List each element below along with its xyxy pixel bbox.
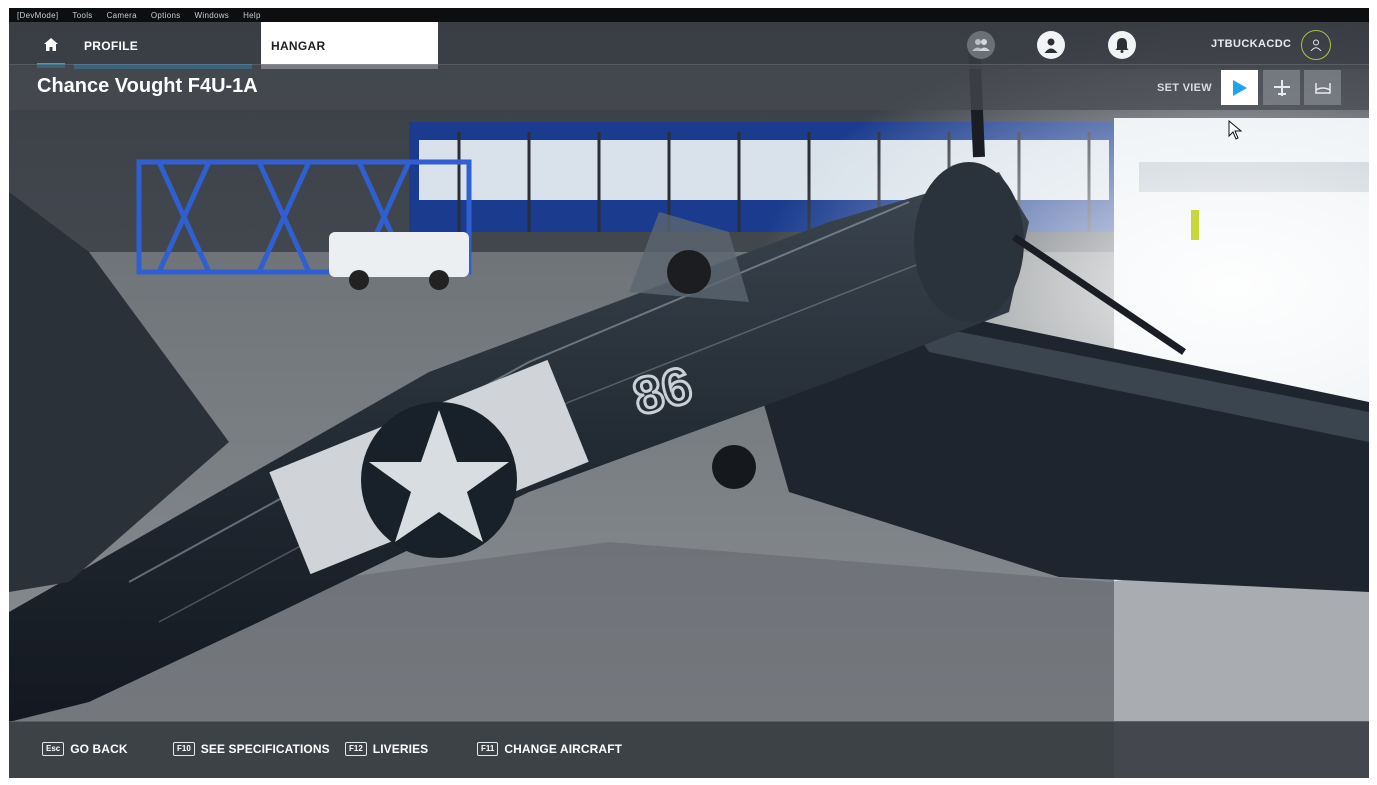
f12-key-hint: F12: [345, 742, 367, 756]
dev-menu-options[interactable]: Options: [151, 11, 181, 20]
go-back-label: GO BACK: [70, 742, 128, 756]
page-title: Chance Vought F4U-1A: [37, 75, 258, 97]
liveries-label: LIVERIES: [372, 742, 429, 756]
set-view-label: SET VIEW: [1157, 82, 1212, 94]
dev-menu-tools[interactable]: Tools: [72, 11, 92, 20]
app-window: [DevMode] Tools Camera Options Windows H…: [9, 8, 1369, 778]
go-back-button[interactable]: Esc GO BACK: [42, 742, 128, 756]
profile-icon: [1044, 38, 1058, 53]
dev-menu-windows[interactable]: Windows: [195, 11, 230, 20]
esc-key-hint: Esc: [42, 742, 65, 756]
username[interactable]: JTBUCKACDC: [1211, 38, 1291, 50]
avatar[interactable]: [1301, 30, 1331, 60]
tab-hangar-label: HANGAR: [271, 38, 326, 53]
play-icon: [1232, 79, 1247, 96]
top-navigation: PROFILE HANGAR JTBUCKACDC: [9, 22, 1369, 69]
liveries-button[interactable]: F12 LIVERIES: [345, 742, 428, 756]
mouse-cursor-icon: [1228, 120, 1242, 140]
home-icon: [44, 38, 58, 51]
notifications-button[interactable]: [1108, 31, 1136, 59]
view-play-button[interactable]: [1221, 70, 1258, 105]
f10-key-hint: F10: [173, 742, 195, 756]
dev-menu-help[interactable]: Help: [243, 11, 261, 20]
change-aircraft-button[interactable]: F11 CHANGE AIRCRAFT: [477, 742, 622, 756]
tab-profile-label: PROFILE: [84, 38, 139, 53]
bottom-action-bar: Esc GO BACK F10 SEE SPECIFICATIONS F12 L…: [9, 721, 1369, 778]
seat-icon: [1314, 82, 1331, 94]
avatar-icon: [1310, 39, 1322, 51]
see-specifications-label: SEE SPECIFICATIONS: [200, 742, 330, 756]
hangar-scene: 86: [9, 22, 1369, 778]
friends-icon: [972, 39, 990, 51]
dev-menu-bar: [DevMode] Tools Camera Options Windows H…: [9, 8, 1369, 22]
view-exterior-button[interactable]: [1263, 70, 1300, 105]
notifications-icon: [1115, 38, 1129, 53]
plane-icon: [1273, 79, 1290, 96]
title-bar: Chance Vought F4U-1A SET VIEW: [9, 64, 1369, 110]
tab-profile[interactable]: PROFILE: [74, 22, 252, 69]
view-cockpit-button[interactable]: [1304, 70, 1341, 105]
f11-key-hint: F11: [477, 742, 499, 756]
see-specifications-button[interactable]: F10 SEE SPECIFICATIONS: [173, 742, 330, 756]
tab-hangar[interactable]: HANGAR: [261, 22, 438, 69]
dev-menu-camera[interactable]: Camera: [107, 11, 137, 20]
dev-menu-devmode[interactable]: [DevMode]: [17, 11, 58, 20]
profile-button[interactable]: [1037, 31, 1065, 59]
change-aircraft-label: CHANGE AIRCRAFT: [504, 742, 623, 756]
friends-button[interactable]: [967, 31, 995, 59]
